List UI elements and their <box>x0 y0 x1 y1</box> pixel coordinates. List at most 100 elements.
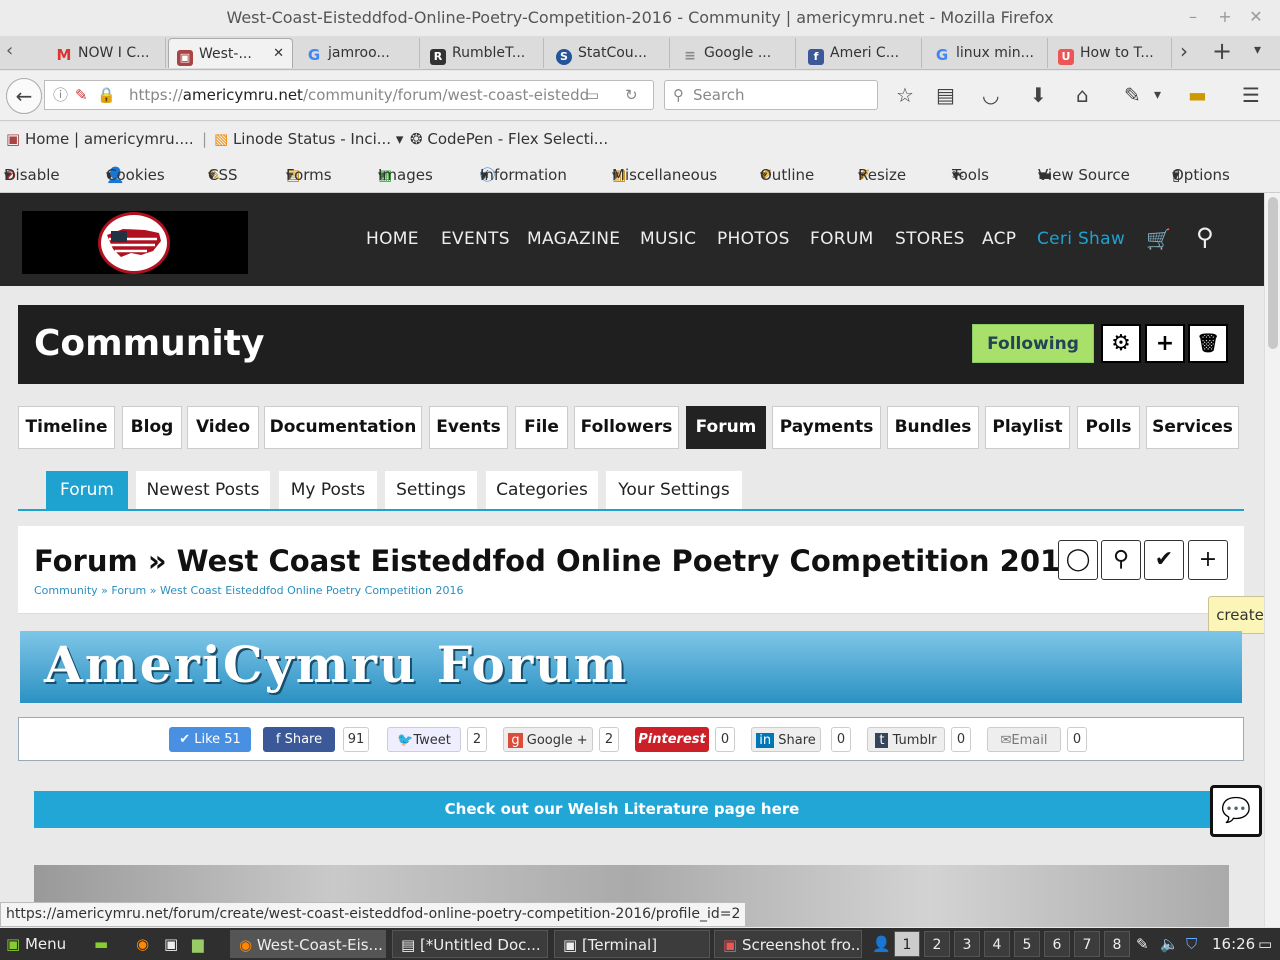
dev-tools-menu[interactable]: ✂ Tools ▾ <box>952 157 989 193</box>
user-icon[interactable]: 👤 <box>872 928 891 960</box>
scroll-tabs-right-icon[interactable]: › <box>1180 39 1188 63</box>
checkmark-icon[interactable]: ✔ <box>1144 540 1184 580</box>
welsh-literature-link[interactable]: Check out our Welsh Literature page here <box>34 791 1210 828</box>
url-bar[interactable]: ⓘ ✎ 🔒 https://americymru.net/community/f… <box>44 80 654 110</box>
scrollbar-thumb[interactable] <box>1268 197 1278 349</box>
subtab-your-settings[interactable]: Your Settings <box>606 471 742 509</box>
subtab-my-posts[interactable]: My Posts <box>279 471 377 509</box>
plus-icon[interactable]: + <box>1145 324 1185 363</box>
subtab-newest-posts[interactable]: Newest Posts <box>136 471 270 509</box>
list-all-tabs-icon[interactable]: ▾ <box>1254 42 1261 58</box>
page-scrollbar[interactable] <box>1264 193 1280 927</box>
dev-disable-menu[interactable]: ⊘ Disable ▾ <box>4 157 60 193</box>
tab-playlist[interactable]: Playlist <box>985 406 1070 449</box>
tab-google-jamroom[interactable]: Gjamroo... <box>298 38 420 68</box>
tab-forum[interactable]: Forum <box>686 406 766 449</box>
dev-resize-menu[interactable]: ✐ Resize ▾ <box>858 157 906 193</box>
dev-outline-menu[interactable]: ✐ Outline ▾ <box>760 157 814 193</box>
nav-music[interactable]: MUSIC <box>640 229 696 249</box>
target-icon[interactable]: ◯ <box>1058 540 1098 580</box>
developer-tools-icon[interactable]: ✎ <box>1124 83 1141 107</box>
subtab-forum[interactable]: Forum <box>46 471 128 509</box>
tab-statcounter[interactable]: S StatCou... <box>548 38 670 68</box>
reader-view-icon[interactable]: ▭ <box>585 81 599 109</box>
dev-forms-menu[interactable]: ▤ Forms ▾ <box>286 157 332 193</box>
email-button[interactable]: ✉Email <box>987 727 1061 752</box>
workspace-4[interactable]: 4 <box>984 931 1010 957</box>
dev-options-menu[interactable]: ▯ Options ▾ <box>1172 157 1230 193</box>
breadcrumb[interactable]: Community » Forum » West Coast Eisteddfo… <box>34 584 463 597</box>
terminal-launcher-icon[interactable]: ▣ <box>164 928 178 960</box>
facebook-share-button[interactable]: f Share <box>263 727 335 752</box>
back-arrow-icon[interactable]: ← <box>6 78 42 114</box>
following-button[interactable]: Following <box>972 324 1094 363</box>
task-screenshot-window[interactable]: ▣ Screenshot fro... <box>714 930 862 958</box>
dev-tools-dropdown-icon[interactable]: ▾ <box>1154 87 1161 103</box>
tab-timeline[interactable]: Timeline <box>18 406 115 449</box>
site-logo[interactable] <box>22 211 248 274</box>
clock[interactable]: 16:26 <box>1212 928 1255 960</box>
dev-miscellaneous-menu[interactable]: ▥ Miscellaneous ▾ <box>612 157 717 193</box>
hamburger-menu-icon[interactable]: ☰ <box>1242 83 1260 107</box>
tab-facebook[interactable]: f Ameri C... <box>800 38 922 68</box>
files-launcher-icon[interactable]: ▆ <box>192 928 204 960</box>
info-icon[interactable]: ⓘ <box>53 81 68 109</box>
start-menu-button[interactable]: ▣ Menu <box>6 928 66 960</box>
pocket-icon[interactable]: ◡ <box>982 83 999 107</box>
new-tab-icon[interactable]: + <box>1212 37 1232 65</box>
workspace-7[interactable]: 7 <box>1074 931 1100 957</box>
tab-americymru-active[interactable]: ▣ West-... ✕ <box>168 38 293 68</box>
show-desktop-icon[interactable]: ▬ <box>94 928 108 960</box>
bookmark-home[interactable]: ▣ Home | americymru.... <box>6 122 194 157</box>
search-icon[interactable]: ⚲ <box>1101 540 1141 580</box>
dev-information-menu[interactable]: ⓘ Information ▾ <box>480 157 567 193</box>
dev-cookies-menu[interactable]: 👤 Cookies ▾ <box>106 157 165 193</box>
maximize-button[interactable]: + <box>1210 0 1240 36</box>
workspace-2[interactable]: 2 <box>924 931 950 957</box>
close-window-button[interactable]: ✕ <box>1241 0 1271 36</box>
close-tab-icon[interactable]: ✕ <box>273 39 284 68</box>
linkedin-share-button[interactable]: in Share <box>751 727 821 752</box>
subtab-settings[interactable]: Settings <box>385 471 477 509</box>
tab-google-linux[interactable]: Glinux min... <box>926 38 1048 68</box>
create-plus-icon[interactable]: + <box>1188 540 1228 580</box>
search-box[interactable]: ⚲ Search <box>664 80 878 110</box>
tweet-button[interactable]: 🐦Tweet <box>387 727 461 752</box>
tab-services[interactable]: Services <box>1146 406 1239 449</box>
facebook-like-button[interactable]: ✔ Like 51 <box>169 727 251 752</box>
pinterest-button[interactable]: Pinterest <box>635 727 709 752</box>
nav-stores[interactable]: STORES <box>895 229 965 249</box>
nav-forum[interactable]: FORUM <box>810 229 874 249</box>
tumblr-button[interactable]: t Tumblr <box>867 727 945 752</box>
reload-icon[interactable]: ↻ <box>625 81 638 109</box>
bookmark-linode-status[interactable]: ▧ Linode Status - Inci... ▾ <box>214 122 403 157</box>
tab-bundles[interactable]: Bundles <box>887 406 979 449</box>
tab-documentation[interactable]: Documentation <box>264 406 422 449</box>
tab-followers[interactable]: Followers <box>574 406 679 449</box>
ruler-icon[interactable]: ▬ <box>1188 83 1207 107</box>
tab-rumble[interactable]: R RumbleT... <box>422 38 544 68</box>
bookmarks-menu-icon[interactable]: ▤ <box>936 83 955 107</box>
tab-video[interactable]: Video <box>187 406 259 449</box>
subtab-categories[interactable]: Categories <box>486 471 598 509</box>
tab-gmail[interactable]: M NOW I C... <box>48 38 166 68</box>
minimize-button[interactable]: – <box>1178 0 1208 36</box>
firefox-launcher-icon[interactable]: ◉ <box>136 928 149 960</box>
tracking-protection-icon[interactable]: ✎ <box>75 81 88 109</box>
tab-events[interactable]: Events <box>429 406 508 449</box>
tab-polls[interactable]: Polls <box>1077 406 1140 449</box>
tab-google-doc[interactable]: ≡ Google ... <box>674 38 796 68</box>
tab-file[interactable]: File <box>515 406 568 449</box>
nav-photos[interactable]: PHOTOS <box>717 229 790 249</box>
gear-icon[interactable]: ⚙ <box>1101 324 1141 363</box>
bookmark-star-icon[interactable]: ☆ <box>896 83 914 107</box>
task-text-editor-window[interactable]: ▤ [*Untitled Doc... <box>392 930 548 958</box>
dev-view-source-menu[interactable]: ▬ View Source ▾ <box>1038 157 1130 193</box>
nav-acp[interactable]: ACP <box>982 229 1016 249</box>
task-firefox-window[interactable]: ◉ West-Coast-Eis... <box>230 930 386 958</box>
workspace-8[interactable]: 8 <box>1104 931 1130 957</box>
chat-comment-icon[interactable]: 💬 <box>1210 785 1262 837</box>
workspace-3[interactable]: 3 <box>954 931 980 957</box>
task-terminal-window[interactable]: ▣ [Terminal] <box>554 930 710 958</box>
lock-icon[interactable]: 🔒 <box>97 81 116 109</box>
